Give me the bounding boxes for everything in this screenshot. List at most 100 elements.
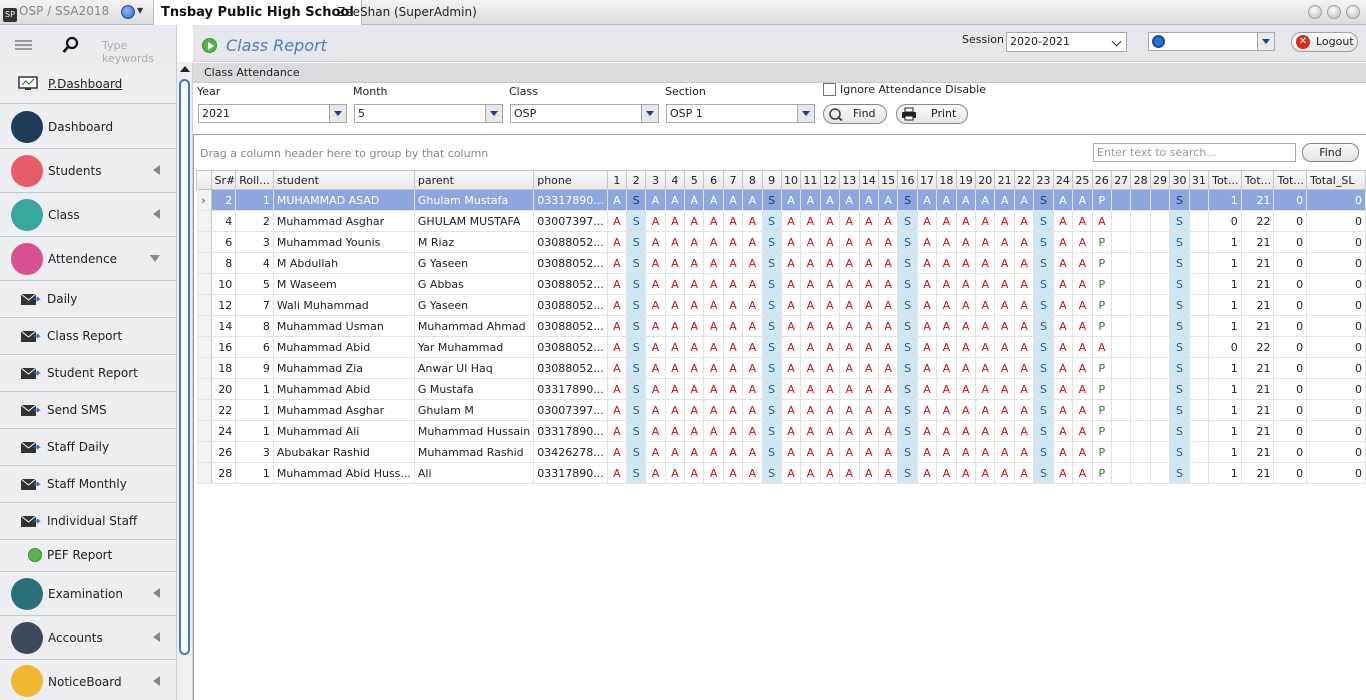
globe-icon[interactable] bbox=[121, 5, 135, 19]
column-header[interactable]: 18 bbox=[936, 170, 957, 190]
column-header[interactable]: 10 bbox=[780, 170, 802, 190]
chevron-down-icon[interactable] bbox=[329, 105, 346, 122]
column-header[interactable]: Sr# bbox=[210, 170, 237, 190]
table-row[interactable]: 26 3 Abubakar Rashid Muhammad Rashid 0342627… bbox=[196, 441, 1366, 463]
chevron-down-icon[interactable] bbox=[797, 105, 814, 122]
sidebar-item-daily[interactable]: Daily bbox=[0, 281, 176, 318]
class-select[interactable]: OSP bbox=[510, 104, 659, 123]
column-header[interactable]: 23 bbox=[1033, 170, 1054, 190]
sidebar-item-staff-monthly[interactable]: Staff Monthly bbox=[0, 466, 176, 503]
column-header[interactable]: 7 bbox=[722, 170, 744, 190]
table-row[interactable]: 4 2 Muhammad Asghar GHULAM MUSTAFA 03007397.… bbox=[196, 210, 1366, 232]
sidebar-item-individual-staff[interactable]: Individual Staff bbox=[0, 503, 176, 540]
grid-find-button[interactable]: Find bbox=[1302, 143, 1359, 162]
sidebar-item-p-dashboard[interactable]: P.Dashboard bbox=[0, 65, 176, 104]
sidebar-item-noticeboard[interactable]: NoticeBoard bbox=[0, 660, 176, 700]
year-select[interactable]: 2021 bbox=[198, 104, 347, 123]
sidebar-item-send-sms[interactable]: Send SMS bbox=[0, 392, 176, 429]
sidebar-item-attendence[interactable]: Attendence bbox=[0, 237, 176, 281]
column-header[interactable]: 22 bbox=[1013, 170, 1035, 190]
table-row[interactable]: 84M Abdullah G Yaseen 03088052... A S A A A A A A S… bbox=[196, 252, 1366, 274]
scroll-thumb[interactable] bbox=[179, 79, 190, 655]
maximize-button[interactable] bbox=[1327, 5, 1341, 19]
column-header[interactable]: Total_SL bbox=[1306, 170, 1366, 190]
column-header[interactable]: 27 bbox=[1110, 170, 1132, 190]
column-header[interactable]: 9 bbox=[761, 170, 782, 190]
day-cell: S bbox=[1169, 210, 1190, 232]
column-header[interactable]: 28 bbox=[1130, 170, 1151, 190]
column-header[interactable]: 19 bbox=[955, 170, 977, 190]
column-header[interactable]: 6 bbox=[703, 170, 724, 190]
menu-icon[interactable] bbox=[15, 40, 32, 50]
print-button[interactable]: Print bbox=[896, 104, 968, 124]
sidebar-item-class-report[interactable]: Class Report bbox=[0, 318, 176, 355]
column-header[interactable]: 3 bbox=[645, 170, 666, 190]
table-row[interactable]: 10 5 M Waseem G Abbas 03088052... A S A A A A A A S A A… bbox=[196, 273, 1366, 295]
table-row[interactable]: 18 9 Muhammad Zia Anwar Ul Haq 03088052... A S… bbox=[196, 357, 1366, 379]
column-header[interactable]: 17 bbox=[916, 170, 938, 190]
table-row[interactable]: 12 7 Wali Muhammad G Yaseen 03088052... A S A A A… bbox=[196, 294, 1366, 316]
column-header[interactable]: 25 bbox=[1072, 170, 1093, 190]
column-header[interactable]: 16 bbox=[897, 170, 918, 190]
column-header[interactable]: 31 bbox=[1188, 170, 1210, 190]
chevron-down-icon[interactable]: ▼ bbox=[137, 6, 143, 15]
sidebar-item-students[interactable]: Students bbox=[0, 149, 176, 193]
table-row[interactable]: › 2 1 MUHAMMAD ASAD Ghulam Mustafa 03317890..… bbox=[196, 189, 1366, 211]
table-row[interactable]: 16 6 Muhammad Abid Yar Muhammad 03088052... A… bbox=[196, 336, 1366, 358]
column-header[interactable]: Tot... bbox=[1208, 170, 1242, 190]
table-row[interactable]: 14 8 Muhammad Usman Muhammad Ahmad 03088052.… bbox=[196, 315, 1366, 337]
table-row[interactable]: 22 1 Muhammad Asghar Ghulam M 03007397... A S A… bbox=[196, 399, 1366, 421]
column-header[interactable]: 24 bbox=[1052, 170, 1074, 190]
column-header[interactable]: 4 bbox=[664, 170, 686, 190]
column-header[interactable]: Roll... bbox=[235, 170, 274, 190]
column-header[interactable]: 12 bbox=[819, 170, 841, 190]
chevron-down-icon[interactable] bbox=[485, 105, 502, 122]
table-row[interactable]: 28 1 Muhammad Abid Huss... Ali 03317890... A S… bbox=[196, 462, 1366, 484]
column-header[interactable]: 15 bbox=[877, 170, 899, 190]
column-header[interactable]: 8 bbox=[742, 170, 763, 190]
column-header[interactable]: 26 bbox=[1091, 170, 1112, 190]
sidebar-scrollbar[interactable] bbox=[177, 62, 193, 700]
column-header[interactable]: 5 bbox=[684, 170, 705, 190]
column-header[interactable]: 21 bbox=[994, 170, 1015, 190]
minimize-button[interactable] bbox=[1308, 5, 1322, 19]
sidebar-item-examination[interactable]: Examination bbox=[0, 572, 176, 616]
column-header[interactable]: phone bbox=[533, 170, 608, 190]
logout-button[interactable]: ✕ Logout bbox=[1291, 32, 1358, 52]
table-row[interactable]: 24 1 Muhammad Ali Muhammad Hussain 03317890.… bbox=[196, 420, 1366, 442]
search-icon[interactable] bbox=[62, 36, 80, 54]
grid-search-input[interactable]: Enter text to search... bbox=[1093, 143, 1296, 162]
sidebar-item-dashboard[interactable]: Dashboard bbox=[0, 104, 176, 149]
column-header[interactable]: 1 bbox=[606, 170, 628, 190]
find-button[interactable]: Find bbox=[823, 104, 887, 124]
column-header[interactable]: 29 bbox=[1149, 170, 1171, 190]
settings-select[interactable] bbox=[1148, 32, 1275, 51]
month-select[interactable]: 5 bbox=[354, 104, 503, 123]
column-header[interactable]: 2 bbox=[626, 170, 647, 190]
table-row[interactable]: 20 1 Muhammad Abid G Mustafa 03317890... A S A A… bbox=[196, 378, 1366, 400]
section-select[interactable]: OSP 1 bbox=[666, 104, 815, 123]
sidebar-item-student-report[interactable]: Student Report bbox=[0, 355, 176, 392]
column-header[interactable]: Tot... bbox=[1240, 170, 1275, 190]
scroll-up-icon[interactable] bbox=[180, 66, 190, 72]
table-row[interactable]: 6 3 Muhammad Younis M Riaz 03088052... A S A A A A… bbox=[196, 231, 1366, 253]
column-header[interactable]: 13 bbox=[839, 170, 860, 190]
column-header[interactable]: 14 bbox=[858, 170, 879, 190]
school-tab[interactable]: Tnsbay Public High School bbox=[153, 0, 362, 25]
sidebar-search-input[interactable]: Type keywords bbox=[102, 39, 177, 65]
sidebar-item-pef-report[interactable]: PEF Report bbox=[0, 540, 176, 572]
column-header[interactable]: 30 bbox=[1169, 170, 1190, 190]
column-header[interactable]: Tot... bbox=[1273, 170, 1308, 190]
sidebar-item-staff-daily[interactable]: Staff Daily bbox=[0, 429, 176, 466]
close-button[interactable] bbox=[1346, 5, 1360, 19]
sidebar-item-class[interactable]: Class bbox=[0, 193, 176, 237]
session-select[interactable]: 2020-2021 bbox=[1006, 32, 1127, 52]
column-header[interactable]: student bbox=[272, 170, 415, 190]
sidebar-item-accounts[interactable]: Accounts bbox=[0, 616, 176, 660]
column-header[interactable]: 20 bbox=[975, 170, 996, 190]
chevron-down-icon[interactable] bbox=[641, 105, 658, 122]
column-header[interactable]: 11 bbox=[800, 170, 821, 190]
ignore-attendance-checkbox[interactable] bbox=[823, 83, 836, 96]
chevron-down-icon[interactable] bbox=[1257, 33, 1274, 50]
column-header[interactable]: parent bbox=[413, 170, 535, 190]
